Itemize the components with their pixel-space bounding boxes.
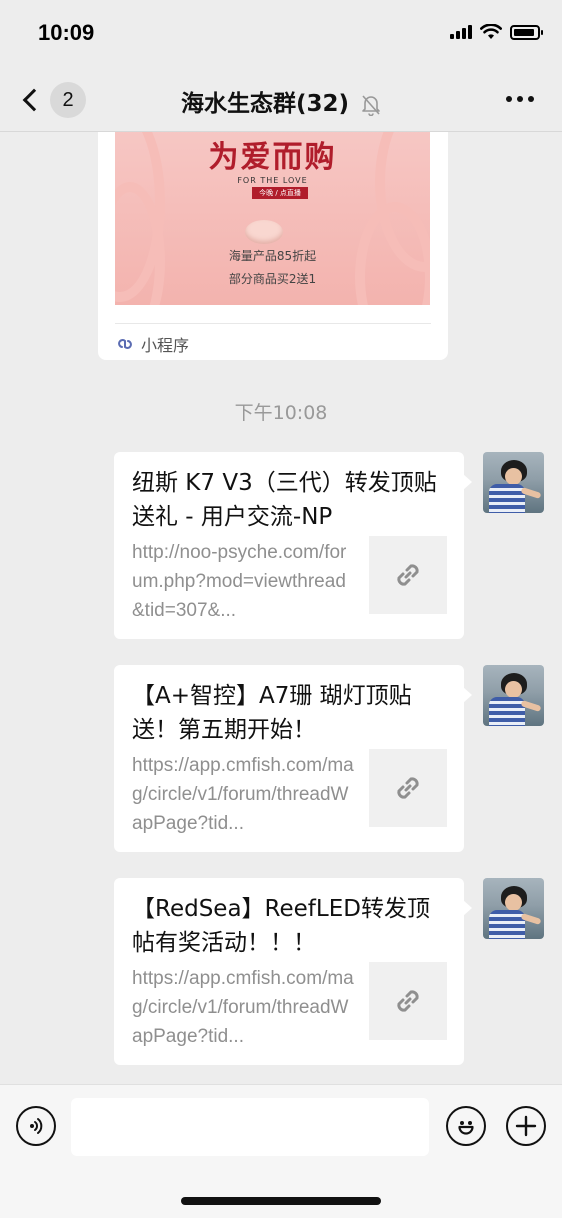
- link-message-card[interactable]: 【RedSea】ReefLED转发顶帖有奖活动！！！ https://app.c…: [114, 878, 472, 1065]
- banner-decoration: [245, 220, 283, 244]
- banner-tag: 今晚 / 点直播: [252, 187, 308, 199]
- link-icon: [397, 564, 419, 586]
- status-bar: 10:09: [0, 0, 562, 66]
- plus-icon: [515, 1115, 537, 1137]
- message-input[interactable]: [71, 1098, 429, 1156]
- status-time: 10:09: [38, 20, 95, 45]
- mini-program-footer: 小程序: [115, 332, 189, 356]
- mini-program-card[interactable]: 为爱而购 FOR THE LOVE 今晚 / 点直播 海量产品85折起 部分商品…: [98, 132, 448, 360]
- link-thumbnail: [369, 962, 447, 1040]
- avatar[interactable]: [483, 452, 544, 513]
- more-options-button[interactable]: [506, 96, 534, 102]
- chat-title-text: 海水生态群(32): [180, 91, 349, 117]
- battery-icon: [510, 24, 543, 40]
- link-message-card[interactable]: 纽斯 K7 V3（三代）转发顶贴送礼 - 用户交流-NP http://noo-…: [114, 452, 472, 639]
- link-thumbnail: [369, 749, 447, 827]
- link-url: https://app.cmfish.com/mag/circle/v1/for…: [132, 968, 354, 1047]
- home-indicator[interactable]: [181, 1197, 381, 1205]
- message-timestamp: 下午10:08: [234, 402, 328, 424]
- signal-icon: [450, 25, 472, 39]
- link-icon: [397, 777, 419, 799]
- mini-program-link-icon: [118, 339, 132, 349]
- bell-muted-icon: [362, 94, 380, 116]
- banner-line1: 海量产品85折起: [228, 249, 317, 263]
- chat-title: 海水生态群(32): [0, 84, 562, 118]
- avatar[interactable]: [483, 878, 544, 939]
- mini-program-label: 小程序: [141, 336, 190, 355]
- banner-title: 为爱而购: [208, 140, 337, 175]
- more-dots-icon: [506, 96, 512, 102]
- divider: [115, 323, 431, 324]
- link-url: http://noo-psyche.com/forum.php?mod=view…: [132, 542, 347, 621]
- voice-button[interactable]: [16, 1106, 56, 1146]
- link-title: 【RedSea】ReefLED转发顶帖有奖活动！！！: [132, 896, 430, 956]
- link-icon: [397, 990, 419, 1012]
- link-title: 纽斯 K7 V3（三代）转发顶贴送礼 - 用户交流-NP: [132, 470, 437, 530]
- link-url: https://app.cmfish.com/mag/circle/v1/for…: [132, 755, 354, 834]
- mini-program-banner: 为爱而购 FOR THE LOVE 今晚 / 点直播 海量产品85折起 部分商品…: [115, 132, 430, 305]
- link-title: 【A+智控】A7珊 瑚灯顶贴送！第五期开始！: [132, 683, 412, 743]
- banner-subtitle: FOR THE LOVE: [237, 176, 308, 185]
- link-message-card[interactable]: 【A+智控】A7珊 瑚灯顶贴送！第五期开始！ https://app.cmfis…: [114, 665, 472, 852]
- emoji-icon: [458, 1121, 474, 1135]
- status-icons: [450, 24, 543, 40]
- voice-icon: [30, 1118, 43, 1134]
- nav-bar: 2 海水生态群(32): [0, 66, 562, 132]
- link-thumbnail: [369, 536, 447, 614]
- emoji-button[interactable]: [446, 1106, 486, 1146]
- banner-line2: 部分商品买2送1: [228, 272, 317, 286]
- chat-area[interactable]: 为爱而购 FOR THE LOVE 今晚 / 点直播 海量产品85折起 部分商品…: [0, 132, 562, 1084]
- wifi-icon: [480, 24, 502, 39]
- plus-button[interactable]: [506, 1106, 546, 1146]
- avatar[interactable]: [483, 665, 544, 726]
